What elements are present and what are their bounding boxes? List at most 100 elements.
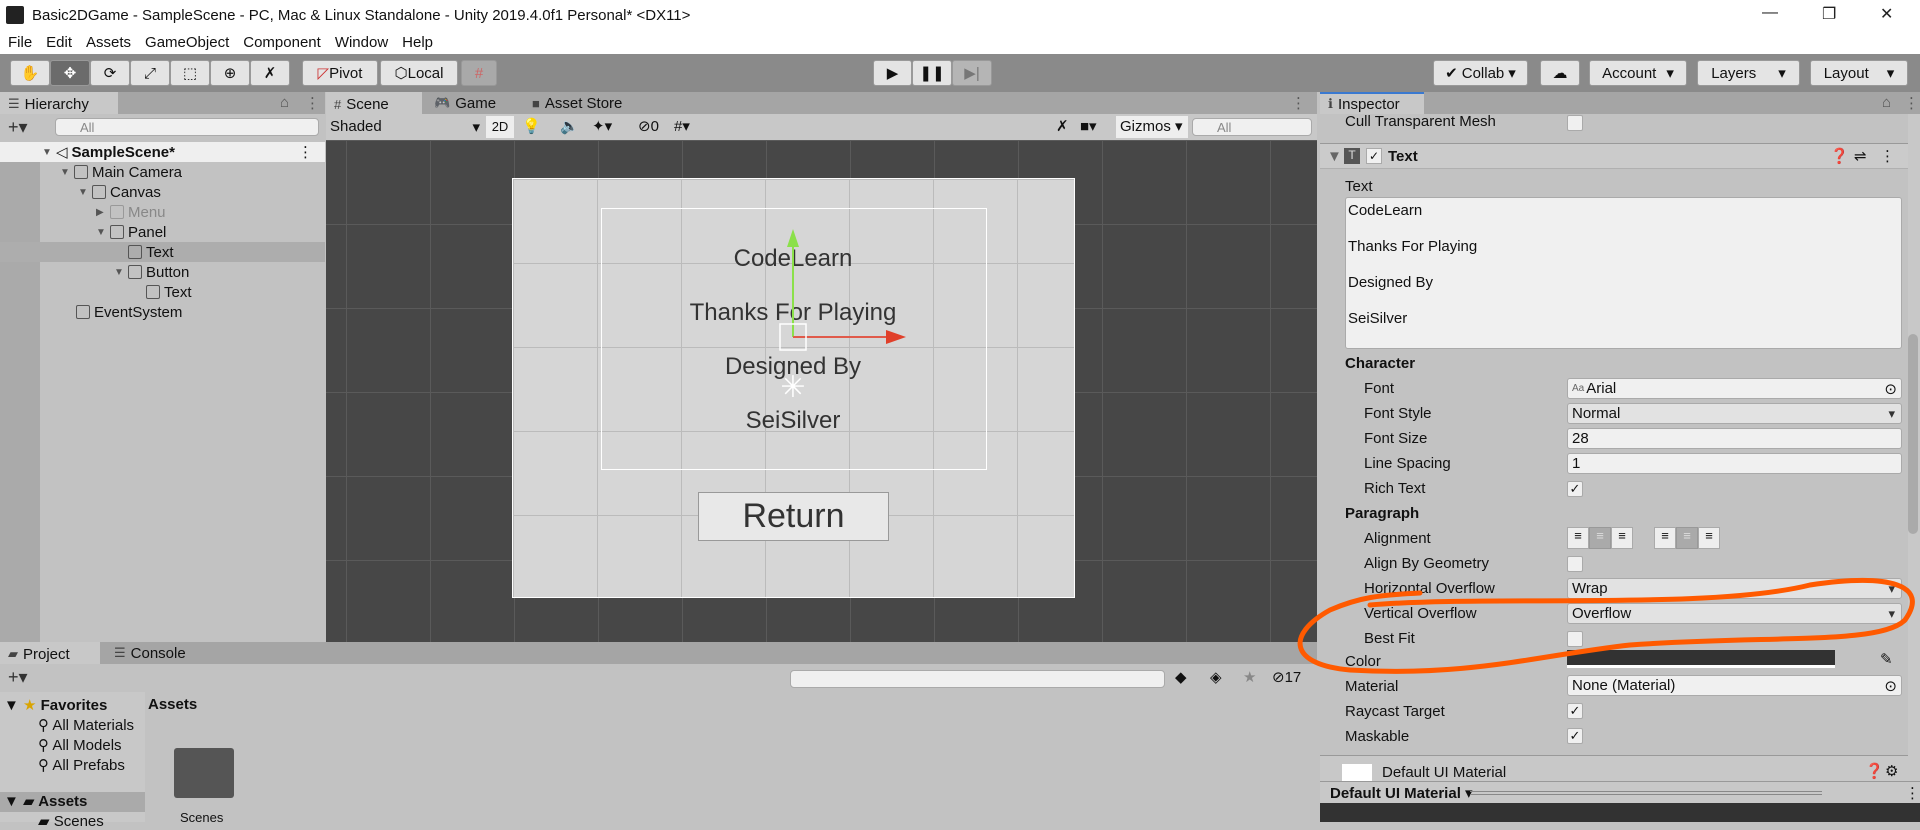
text-area[interactable]: CodeLearn Thanks For Playing Designed By… — [1345, 197, 1902, 349]
add-button[interactable]: +▾ — [8, 667, 28, 688]
scene-row[interactable]: ▼ ◁ SampleScene* ⋮ — [0, 142, 325, 162]
list-item[interactable]: ▼ Main Camera — [0, 162, 325, 182]
rotate-tool-button[interactable]: ⟳ — [90, 60, 130, 86]
pause-button[interactable]: ❚❚ — [912, 60, 952, 86]
pivot-button[interactable]: ◸ Pivot — [302, 60, 378, 86]
menu-assets[interactable]: Assets — [86, 34, 131, 51]
play-button[interactable]: ▶ — [873, 60, 912, 86]
grid-snap-button[interactable]: # — [461, 60, 497, 86]
folder-icon[interactable] — [174, 748, 234, 798]
more-icon[interactable]: ⋮ — [1904, 94, 1919, 112]
tab-scene[interactable]: # Scene — [326, 92, 422, 114]
move-tool-button[interactable]: ✥ — [50, 60, 90, 86]
account-dropdown[interactable]: Account ▾ — [1589, 60, 1687, 86]
object-picker-icon[interactable]: ⊙ — [1884, 380, 1897, 398]
transform-tool-button[interactable]: ⊕ — [210, 60, 250, 86]
minimize-button[interactable]: — — [1762, 4, 1778, 22]
gear-icon[interactable]: ⚙ — [1885, 762, 1898, 780]
align-top-icon[interactable]: ≡ — [1654, 527, 1676, 549]
project-search-input[interactable] — [790, 670, 1165, 688]
filter-type-icon[interactable]: ◆ — [1175, 668, 1187, 686]
component-header[interactable]: ▼ T ✓ Text ❓ ⇌ ⋮ — [1320, 143, 1908, 169]
eyedropper-icon[interactable]: ✎ — [1880, 650, 1893, 668]
lock-icon[interactable]: ⌂ — [280, 94, 289, 111]
line-spacing-input[interactable]: 1 — [1567, 453, 1902, 474]
rich-text-checkbox[interactable]: ✓ — [1567, 481, 1583, 497]
material-preview-header[interactable]: Default UI Material ❓ ⚙ — [1320, 755, 1908, 781]
shading-dropdown[interactable]: Shaded ▾ — [330, 118, 480, 136]
list-item[interactable]: ▶ Menu — [0, 202, 325, 222]
cloud-button[interactable]: ☁ — [1540, 60, 1580, 86]
list-item[interactable]: EventSystem — [0, 302, 325, 322]
lighting-icon[interactable]: 💡 — [522, 117, 541, 135]
grid-snap-icon[interactable]: #▾ — [674, 117, 690, 135]
presets-icon[interactable]: ⇌ — [1854, 147, 1867, 165]
favorite-item[interactable]: ⚲ All Models — [38, 736, 122, 754]
more-icon[interactable]: ⋮ — [305, 94, 320, 112]
tab-project[interactable]: ▰ Project — [0, 642, 100, 664]
hierarchy-search-input[interactable]: All — [55, 118, 319, 136]
cull-transparent-checkbox[interactable] — [1567, 115, 1583, 131]
menu-help[interactable]: Help — [402, 34, 433, 51]
horizontal-overflow-dropdown[interactable]: Wrap — [1567, 578, 1902, 599]
local-button[interactable]: ⬡ Local — [380, 60, 458, 86]
vertical-overflow-dropdown[interactable]: Overflow — [1567, 603, 1902, 624]
menu-gameobject[interactable]: GameObject — [145, 34, 229, 51]
raycast-checkbox[interactable]: ✓ — [1567, 703, 1583, 719]
scale-tool-button[interactable]: ⤢ — [130, 60, 170, 86]
return-button[interactable]: Return — [698, 492, 889, 541]
preview-dropdown[interactable]: Default UI Material ▾ — [1330, 784, 1473, 802]
layers-dropdown[interactable]: Layers ▾ — [1697, 60, 1800, 86]
label-icon[interactable]: ◈ — [1210, 668, 1222, 686]
font-field[interactable]: Aa Arial ⊙ — [1567, 378, 1902, 399]
font-style-dropdown[interactable]: Normal — [1567, 403, 1902, 424]
add-button[interactable]: +▾ — [8, 117, 28, 138]
menu-window[interactable]: Window — [335, 34, 388, 51]
tab-hierarchy[interactable]: ☰ Hierarchy — [0, 92, 118, 114]
help-icon[interactable]: ❓ — [1830, 147, 1849, 165]
folder-item[interactable]: ▰ Scenes — [38, 812, 104, 830]
best-fit-checkbox[interactable] — [1567, 631, 1583, 647]
tools-icon[interactable]: ✗ — [1056, 117, 1069, 135]
more-icon[interactable]: ⋮ — [1291, 94, 1306, 112]
help-icon[interactable]: ❓ — [1865, 762, 1884, 780]
gizmos-dropdown[interactable]: Gizmos ▾ — [1116, 116, 1188, 138]
align-bottom-icon[interactable]: ≡ — [1698, 527, 1720, 549]
hidden-packages-toggle[interactable]: ⊘17 — [1272, 668, 1301, 686]
hand-tool-button[interactable]: ✋ — [10, 60, 50, 86]
scrollbar[interactable] — [1908, 114, 1920, 790]
align-middle-icon[interactable]: ≡ — [1676, 527, 1698, 549]
tab-asset-store[interactable]: ■ Asset Store — [524, 92, 630, 114]
effects-icon[interactable]: ✦▾ — [592, 117, 612, 135]
assets-item[interactable]: ▼ ▰ Assets — [0, 792, 145, 812]
menu-component[interactable]: Component — [243, 34, 321, 51]
list-item[interactable]: ▼ Canvas — [0, 182, 325, 202]
maskable-checkbox[interactable]: ✓ — [1567, 728, 1583, 744]
material-field[interactable]: None (Material) ⊙ — [1567, 675, 1902, 696]
move-gizmo-icon[interactable]: ✳ — [760, 225, 920, 405]
tab-game[interactable]: 🎮 Game — [426, 92, 504, 114]
favorites-item[interactable]: ▼ ★ Favorites — [4, 696, 107, 714]
star-icon[interactable]: ★ — [1243, 668, 1256, 686]
tab-inspector[interactable]: ℹ Inspector — [1320, 92, 1424, 114]
favorite-item[interactable]: ⚲ All Prefabs — [38, 756, 125, 774]
step-button[interactable]: ▶| — [952, 60, 992, 86]
layout-dropdown[interactable]: Layout ▾ — [1810, 60, 1908, 86]
align-left-icon[interactable]: ≡ — [1567, 527, 1589, 549]
list-item-selected[interactable]: Text — [0, 242, 325, 262]
scene-search-input[interactable]: All — [1192, 118, 1312, 136]
favorite-item[interactable]: ⚲ All Materials — [38, 716, 145, 734]
resize-handle[interactable] — [1470, 791, 1822, 795]
object-picker-icon[interactable]: ⊙ — [1884, 677, 1897, 695]
more-icon[interactable]: ⋮ — [1905, 784, 1920, 802]
close-button[interactable]: ✕ — [1880, 4, 1893, 24]
restore-button[interactable]: ❐ — [1822, 4, 1836, 24]
font-size-input[interactable]: 28 — [1567, 428, 1902, 449]
list-item[interactable]: ▼ Panel — [0, 222, 325, 242]
hidden-objects-toggle[interactable]: ⊘0 — [638, 117, 659, 135]
list-item[interactable]: ▼ Button — [0, 262, 325, 282]
custom-tool-button[interactable]: ✗ — [250, 60, 290, 86]
lock-icon[interactable]: ⌂ — [1882, 94, 1891, 111]
menu-edit[interactable]: Edit — [46, 34, 72, 51]
menu-file[interactable]: File — [8, 34, 32, 51]
